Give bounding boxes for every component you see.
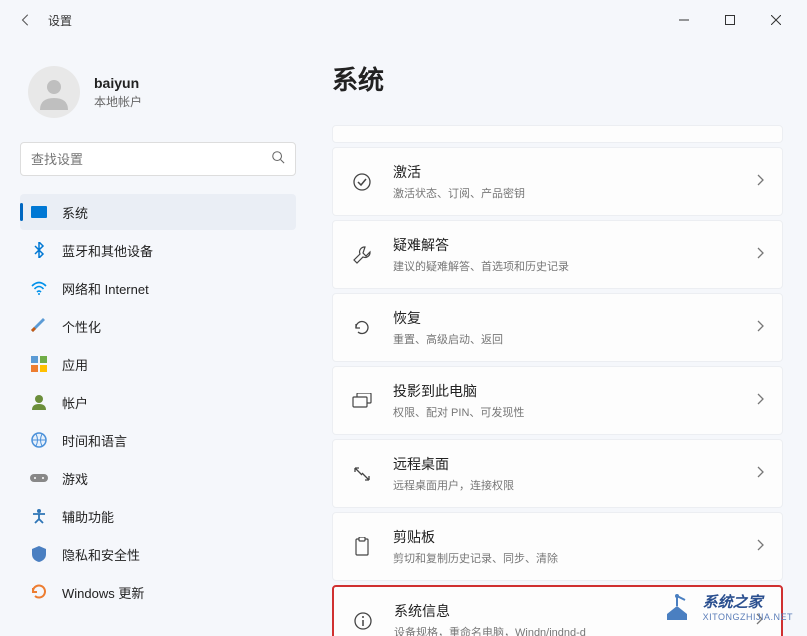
chevron-right-icon xyxy=(756,173,764,191)
nav-accessibility[interactable]: 辅助功能 xyxy=(20,498,296,534)
card-title: 恢复 xyxy=(393,308,756,328)
card-remote-desktop[interactable]: 远程桌面远程桌面用户，连接权限 xyxy=(332,439,783,508)
chevron-right-icon xyxy=(756,319,764,337)
nav-label: 隐私和安全性 xyxy=(62,545,140,564)
card-sub: 剪切和复制历史记录、同步、清除 xyxy=(393,550,756,566)
nav-time-language[interactable]: 时间和语言 xyxy=(20,422,296,458)
info-icon xyxy=(352,610,374,632)
chevron-right-icon xyxy=(756,538,764,556)
main-content: 系统 激活激活状态、订阅、产品密钥 疑难解答建议的疑难解答、首选项和历史记录 恢… xyxy=(308,40,807,636)
nav-label: 蓝牙和其他设备 xyxy=(62,241,153,260)
maximize-button[interactable] xyxy=(707,0,753,40)
brush-icon xyxy=(30,317,48,335)
clock-icon xyxy=(30,431,48,449)
apps-icon xyxy=(30,355,48,373)
nav-label: 时间和语言 xyxy=(62,431,127,450)
update-icon xyxy=(30,583,48,601)
wrench-icon xyxy=(351,244,373,266)
card-title: 疑难解答 xyxy=(393,235,756,255)
card-title: 剪贴板 xyxy=(393,527,756,547)
nav-privacy[interactable]: 隐私和安全性 xyxy=(20,536,296,572)
settings-list: 激活激活状态、订阅、产品密钥 疑难解答建议的疑难解答、首选项和历史记录 恢复重置… xyxy=(332,147,783,636)
card-activation[interactable]: 激活激活状态、订阅、产品密钥 xyxy=(332,147,783,216)
gamepad-icon xyxy=(30,469,48,487)
search-icon xyxy=(271,150,285,169)
card-recovery[interactable]: 恢复重置、高级启动、返回 xyxy=(332,293,783,362)
nav-label: 系统 xyxy=(62,203,88,222)
nav-windows-update[interactable]: Windows 更新 xyxy=(20,574,296,610)
user-subtitle: 本地帐户 xyxy=(94,93,142,110)
user-name: baiyun xyxy=(94,75,142,91)
wifi-icon xyxy=(30,279,48,297)
card-sub: 激活状态、订阅、产品密钥 xyxy=(393,185,756,201)
window-title: 设置 xyxy=(48,12,72,29)
recovery-icon xyxy=(351,317,373,339)
search-input[interactable] xyxy=(31,152,271,167)
chevron-right-icon xyxy=(756,465,764,483)
activation-icon xyxy=(351,171,373,193)
shield-icon xyxy=(30,545,48,563)
user-profile[interactable]: baiyun 本地帐户 xyxy=(20,48,296,138)
card-placeholder xyxy=(332,125,783,143)
card-sub: 远程桌面用户，连接权限 xyxy=(393,477,756,493)
card-title: 远程桌面 xyxy=(393,454,756,474)
nav-accounts[interactable]: 帐户 xyxy=(20,384,296,420)
nav-label: 游戏 xyxy=(62,469,88,488)
bluetooth-icon xyxy=(30,241,48,259)
nav-bluetooth[interactable]: 蓝牙和其他设备 xyxy=(20,232,296,268)
nav-list: 系统 蓝牙和其他设备 网络和 Internet 个性化 应用 xyxy=(20,194,296,610)
card-title: 激活 xyxy=(393,162,756,182)
nav-personalization[interactable]: 个性化 xyxy=(20,308,296,344)
nav-label: 应用 xyxy=(62,355,88,374)
system-icon xyxy=(30,203,48,221)
nav-gaming[interactable]: 游戏 xyxy=(20,460,296,496)
chevron-right-icon xyxy=(756,246,764,264)
nav-label: Windows 更新 xyxy=(62,583,144,602)
project-icon xyxy=(351,390,373,412)
nav-label: 帐户 xyxy=(62,393,88,412)
watermark: 系统之家 XITONGZHIJIA.NET xyxy=(659,591,793,622)
nav-label: 网络和 Internet xyxy=(62,279,149,298)
nav-system[interactable]: 系统 xyxy=(20,194,296,230)
back-button[interactable] xyxy=(8,2,44,38)
minimize-button[interactable] xyxy=(661,0,707,40)
card-title: 投影到此电脑 xyxy=(393,381,756,401)
watermark-en: XITONGZHIJIA.NET xyxy=(703,612,793,622)
card-sub: 权限、配对 PIN、可发现性 xyxy=(393,404,756,420)
close-button[interactable] xyxy=(753,0,799,40)
account-icon xyxy=(30,393,48,411)
card-troubleshoot[interactable]: 疑难解答建议的疑难解答、首选项和历史记录 xyxy=(332,220,783,289)
sidebar: baiyun 本地帐户 系统 蓝牙和其他设备 网络和 xyxy=(0,40,308,636)
nav-label: 个性化 xyxy=(62,317,101,336)
remote-icon xyxy=(351,463,373,485)
nav-label: 辅助功能 xyxy=(62,507,114,526)
card-sub: 设备规格，重命名电脑，Windn/indnd-d xyxy=(394,624,755,636)
watermark-cn: 系统之家 xyxy=(703,591,793,612)
watermark-logo xyxy=(659,592,695,622)
avatar xyxy=(28,66,80,118)
chevron-right-icon xyxy=(756,392,764,410)
card-sub: 建议的疑难解答、首选项和历史记录 xyxy=(393,258,756,274)
nav-apps[interactable]: 应用 xyxy=(20,346,296,382)
titlebar: 设置 xyxy=(0,0,807,40)
accessibility-icon xyxy=(30,507,48,525)
search-box[interactable] xyxy=(20,142,296,176)
page-title: 系统 xyxy=(332,60,783,97)
clipboard-icon xyxy=(351,536,373,558)
card-sub: 重置、高级启动、返回 xyxy=(393,331,756,347)
card-clipboard[interactable]: 剪贴板剪切和复制历史记录、同步、清除 xyxy=(332,512,783,581)
card-projecting[interactable]: 投影到此电脑权限、配对 PIN、可发现性 xyxy=(332,366,783,435)
nav-network[interactable]: 网络和 Internet xyxy=(20,270,296,306)
